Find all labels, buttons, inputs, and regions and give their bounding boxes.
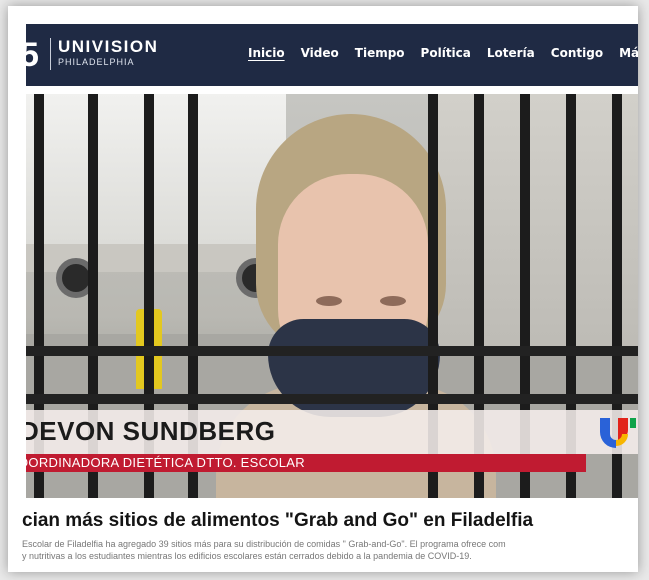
main-menu: Inicio Video Tiempo Política Lotería Con… [248, 46, 638, 60]
univision-logo-icon [600, 418, 636, 448]
brand-name: UNIVISION [58, 37, 159, 56]
nav-mas-label: Más [619, 46, 638, 60]
nav-politica[interactable]: Política [421, 46, 471, 60]
nav-loteria[interactable]: Lotería [487, 46, 535, 60]
video-player[interactable]: DEVON SUNDBERG OORDINADORA DIETÉTICA DTT… [26, 94, 638, 498]
brand-city: PHILADELPHIA [58, 57, 135, 67]
speaker-name: DEVON SUNDBERG [26, 416, 276, 446]
lower-third-title-bar: OORDINADORA DIETÉTICA DTTO. ESCOLAR [26, 454, 586, 472]
nav-contigo[interactable]: Contigo [551, 46, 603, 60]
article-headline[interactable]: cian más sitios de alimentos "Grab and G… [22, 510, 638, 536]
channel-number-logo[interactable]: 5 [26, 36, 39, 75]
speaker-title: OORDINADORA DIETÉTICA DTTO. ESCOLAR [26, 455, 305, 470]
brand-logo[interactable]: UNIVISION PHILADELPHIA [58, 38, 158, 68]
article-summary: Escolar de Filadelfia ha agregado 39 sit… [22, 538, 638, 562]
lower-third-name-bar: DEVON SUNDBERG [26, 410, 638, 454]
summary-line-1: Escolar de Filadelfia ha agregado 39 sit… [22, 539, 506, 549]
nav-mas[interactable]: Más⌄ [619, 46, 638, 60]
nav-video[interactable]: Video [301, 46, 339, 60]
logo-divider [50, 38, 51, 70]
nav-inicio[interactable]: Inicio [248, 46, 285, 60]
page-card: 5 UNIVISION PHILADELPHIA Inicio Video Ti… [8, 6, 638, 572]
nav-tiempo[interactable]: Tiempo [355, 46, 405, 60]
summary-line-2: y nutritivas a los estudiantes mientras … [22, 551, 472, 561]
top-navigation-bar: 5 UNIVISION PHILADELPHIA Inicio Video Ti… [26, 24, 638, 86]
